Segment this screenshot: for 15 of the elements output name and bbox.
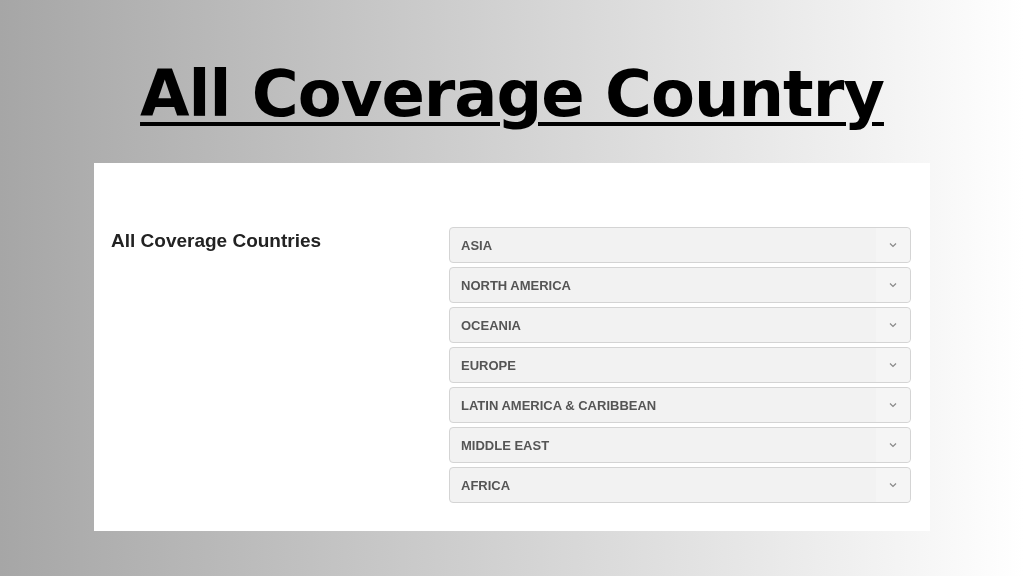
accordion-header[interactable]: MIDDLE EAST [449, 427, 911, 463]
accordion-header[interactable]: NORTH AMERICA [449, 267, 911, 303]
chevron-icon [889, 442, 897, 448]
chevron-icon [889, 282, 897, 288]
chevron-icon [889, 362, 897, 368]
chevron-icon [889, 482, 897, 488]
accordion-header[interactable]: OCEANIA [449, 307, 911, 343]
accordion-header[interactable]: EUROPE [449, 347, 911, 383]
chevron-icon [889, 402, 897, 408]
chevron-icon [889, 242, 897, 248]
chevron-icon [889, 322, 897, 328]
accordion-header[interactable]: LATIN AMERICA & CARIBBEAN [449, 387, 911, 423]
accordion-header[interactable]: ASIA [449, 227, 911, 263]
section-heading: All Coverage Countries [111, 230, 323, 253]
accordion-header[interactable]: AFRICA [449, 467, 911, 503]
